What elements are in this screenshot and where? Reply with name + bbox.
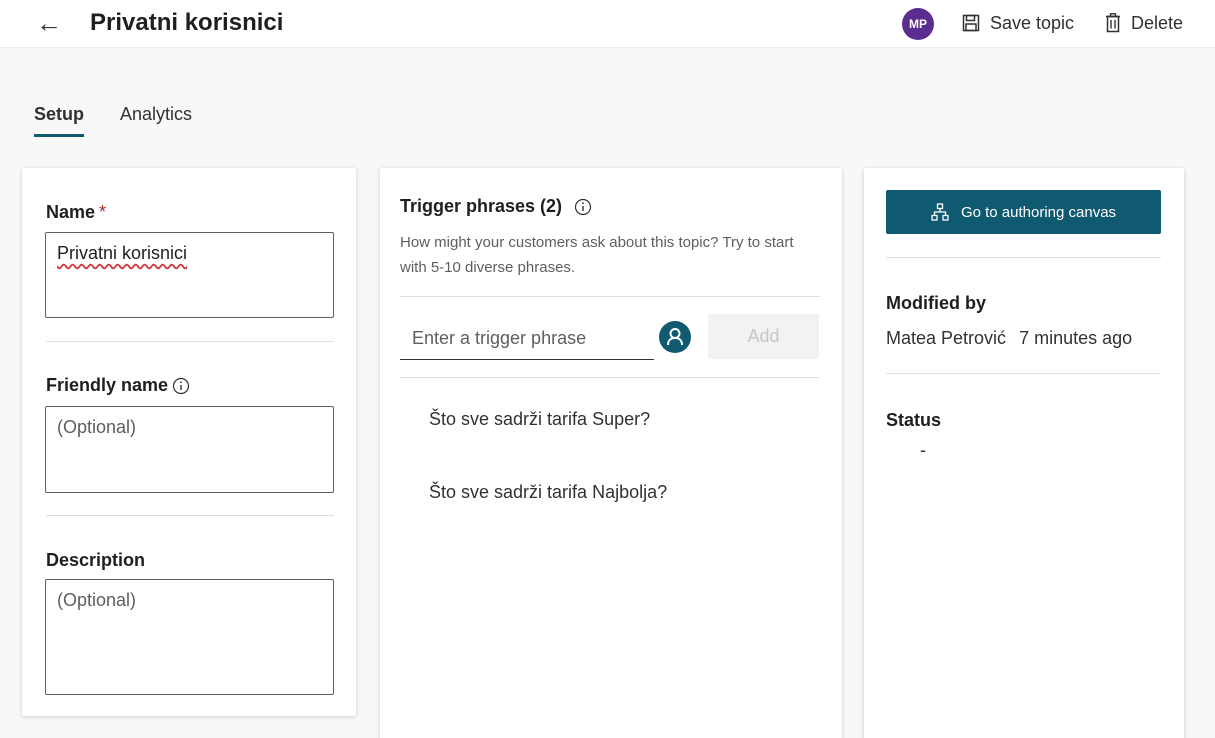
trigger-phrase-placeholder: Enter a trigger phrase	[412, 328, 587, 348]
save-icon	[962, 14, 980, 32]
info-icon[interactable]	[172, 377, 190, 395]
required-marker: *	[99, 202, 107, 222]
divider	[400, 377, 820, 378]
friendly-name-placeholder: (Optional)	[57, 417, 137, 437]
info-icon[interactable]	[574, 198, 592, 216]
trigger-phrase-input[interactable]: Enter a trigger phrase	[400, 318, 654, 360]
tab-setup[interactable]: Setup	[34, 104, 85, 137]
trigger-phrase-item[interactable]: Što sve sadrži tarifa Super?	[429, 409, 650, 430]
topic-info-card: Go to authoring canvas Modified by Matea…	[864, 168, 1184, 738]
divider	[46, 515, 334, 516]
name-field[interactable]: Privatni korisnici	[45, 232, 334, 318]
page-title: Privatni korisnici	[90, 9, 284, 36]
avatar[interactable]: MP	[902, 8, 934, 40]
divider	[886, 373, 1161, 374]
divider	[400, 296, 820, 297]
back-arrow-icon[interactable]: ←	[36, 8, 62, 38]
modified-time: 7 minutes ago	[1019, 328, 1133, 348]
tab-list: Setup Analytics	[34, 104, 228, 137]
description-field[interactable]: (Optional)	[45, 579, 334, 695]
modified-by-value: Matea Petrović 7 minutes ago	[886, 328, 1132, 349]
friendly-name-field-label: Friendly name	[46, 375, 190, 396]
description-label: Description	[46, 550, 146, 570]
add-button[interactable]: Add	[708, 314, 819, 359]
trash-icon	[1106, 13, 1120, 33]
description-placeholder: (Optional)	[57, 590, 137, 610]
delete-label: Delete	[1131, 12, 1184, 33]
hierarchy-icon	[931, 203, 949, 221]
trigger-phrases-title: Trigger phrases (2)	[400, 196, 563, 216]
friendly-name-label: Friendly name	[46, 375, 169, 395]
person-icon	[667, 328, 683, 346]
topic-details-card: Name * Privatni korisnici Friendly name …	[22, 168, 356, 716]
divider	[886, 257, 1161, 258]
name-field-label: Name *	[46, 202, 106, 223]
tab-analytics[interactable]: Analytics	[120, 104, 192, 137]
status-label: Status	[886, 410, 942, 430]
friendly-name-field[interactable]: (Optional)	[45, 406, 334, 493]
top-bar: ← Privatni korisnici MP Save topic Delet…	[0, 0, 1215, 48]
divider	[46, 341, 334, 342]
save-topic-button[interactable]: Save topic	[962, 10, 1074, 36]
description-field-label: Description	[46, 550, 145, 571]
trigger-phrases-description: How might your customers ask about this …	[400, 234, 794, 276]
trigger-phrase-item[interactable]: Što sve sadrži tarifa Najbolja?	[429, 482, 667, 503]
trigger-phrases-card: Trigger phrases (2) How might your custo…	[380, 168, 842, 738]
user-icon[interactable]	[659, 321, 691, 353]
delete-button[interactable]: Delete	[1105, 10, 1183, 36]
go-to-authoring-canvas-label: Go to authoring canvas	[960, 203, 1117, 221]
modified-by-label: Modified by	[886, 293, 986, 313]
trigger-phrases-heading: Trigger phrases (2)	[400, 196, 592, 217]
status-value: -	[920, 440, 926, 460]
name-label: Name	[46, 202, 96, 222]
name-field-value: Privatni korisnici	[57, 243, 188, 263]
modified-by-user: Matea Petrović	[886, 328, 1007, 348]
go-to-authoring-canvas-button[interactable]: Go to authoring canvas	[886, 190, 1161, 234]
save-topic-label: Save topic	[990, 12, 1075, 33]
